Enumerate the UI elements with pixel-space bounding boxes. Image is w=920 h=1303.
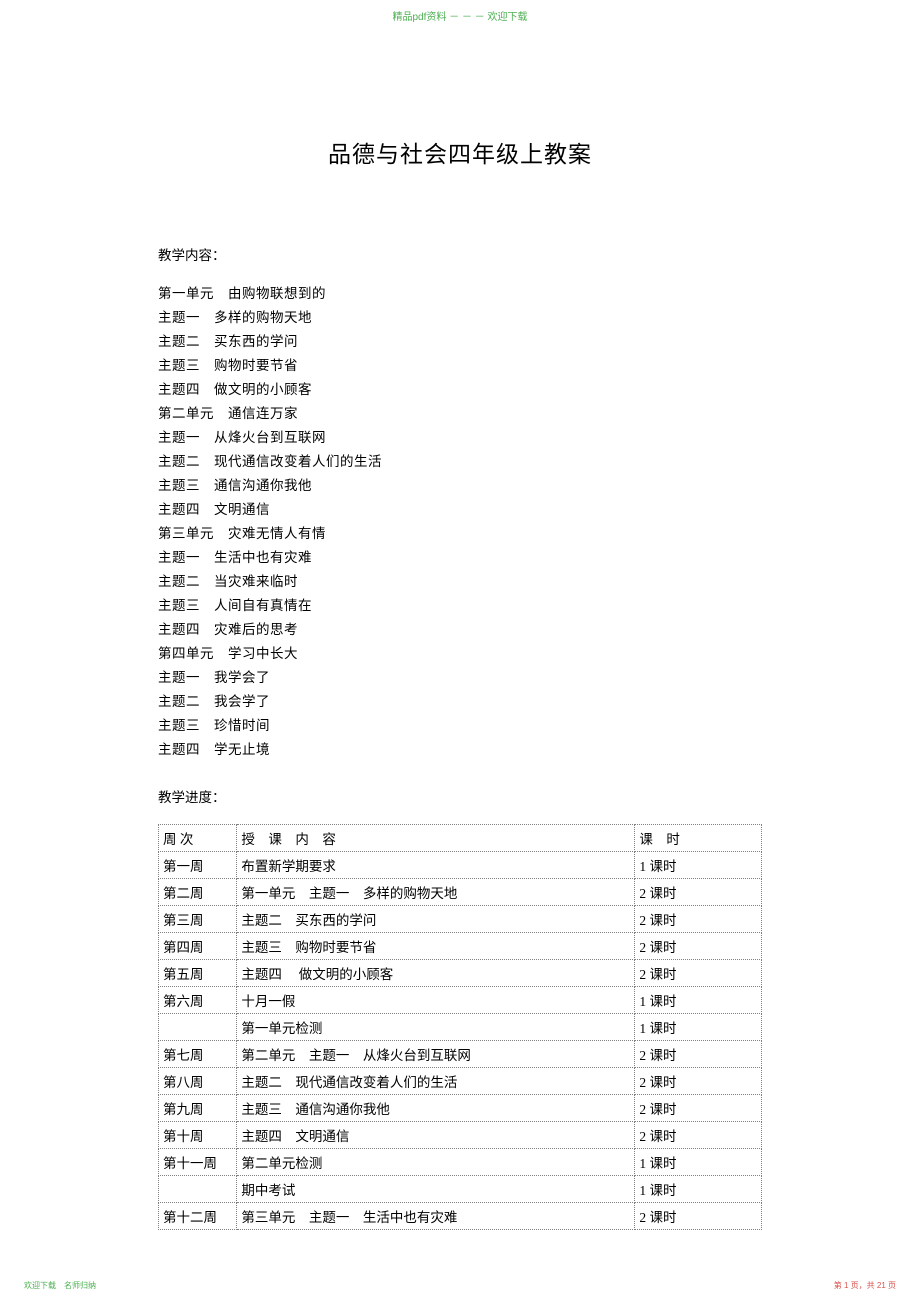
content-outline: 第一单元 由购物联想到的 主题一 多样的购物天地 主题二 买东西的学问 主题三 … — [158, 282, 762, 762]
cell-week: 第十二周 — [159, 1203, 237, 1230]
cell-content: 主题二 买东西的学问 — [237, 906, 635, 933]
footer-left-watermark: 欢迎下载 名师归纳 — [24, 1280, 96, 1291]
table-header-row: 周 次 授 课 内 容 课 时 — [159, 825, 762, 852]
cell-content: 第一单元检测 — [237, 1014, 635, 1041]
header-week: 周 次 — [159, 825, 237, 852]
outline-line: 主题四 文明通信 — [158, 498, 762, 522]
footer-right-pagination: 第 1 页，共 21 页 — [834, 1280, 896, 1291]
cell-week: 第九周 — [159, 1095, 237, 1122]
header-content: 授 课 内 容 — [237, 825, 635, 852]
outline-line: 主题二 当灾难来临时 — [158, 570, 762, 594]
outline-line: 主题二 买东西的学问 — [158, 330, 762, 354]
cell-content: 布置新学期要求 — [237, 852, 635, 879]
cell-week: 第一周 — [159, 852, 237, 879]
cell-time: 2 课时 — [635, 1095, 762, 1122]
table-row: 第四周 主题三 购物时要节省 2 课时 — [159, 933, 762, 960]
cell-content: 十月一假 — [237, 987, 635, 1014]
cell-week: 第八周 — [159, 1068, 237, 1095]
header-time: 课 时 — [635, 825, 762, 852]
table-row: 第八周 主题二 现代通信改变着人们的生活 2 课时 — [159, 1068, 762, 1095]
outline-line: 主题三 人间自有真情在 — [158, 594, 762, 618]
cell-time: 2 课时 — [635, 1041, 762, 1068]
table-row: 第一单元检测 1 课时 — [159, 1014, 762, 1041]
table-row: 第七周 第二单元 主题一 从烽火台到互联网 2 课时 — [159, 1041, 762, 1068]
top-watermark: 精品pdf资料 － － － 欢迎下载 — [392, 8, 527, 23]
cell-content: 主题三 通信沟通你我他 — [237, 1095, 635, 1122]
table-row: 第五周 主题四 做文明的小顾客 2 课时 — [159, 960, 762, 987]
cell-time: 2 课时 — [635, 1068, 762, 1095]
cell-week: 第十一周 — [159, 1149, 237, 1176]
cell-content: 第二单元检测 — [237, 1149, 635, 1176]
cell-content: 主题四 做文明的小顾客 — [237, 960, 635, 987]
outline-line: 主题三 珍惜时间 — [158, 714, 762, 738]
cell-time: 2 课时 — [635, 1122, 762, 1149]
cell-time: 1 课时 — [635, 987, 762, 1014]
outline-line: 主题一 多样的购物天地 — [158, 306, 762, 330]
cell-content: 主题三 购物时要节省 — [237, 933, 635, 960]
cell-content: 第二单元 主题一 从烽火台到互联网 — [237, 1041, 635, 1068]
teaching-content-heading: 教学内容： — [158, 244, 762, 264]
table-row: 第十一周 第二单元检测 1 课时 — [159, 1149, 762, 1176]
cell-content: 期中考试 — [237, 1176, 635, 1203]
cell-time: 1 课时 — [635, 1014, 762, 1041]
page-content: 品德与社会四年级上教案 教学内容： 第一单元 由购物联想到的 主题一 多样的购物… — [0, 0, 920, 1230]
outline-line: 主题一 从烽火台到互联网 — [158, 426, 762, 450]
cell-week: 第二周 — [159, 879, 237, 906]
cell-time: 2 课时 — [635, 933, 762, 960]
cell-week: 第六周 — [159, 987, 237, 1014]
outline-line: 主题二 我会学了 — [158, 690, 762, 714]
outline-line: 第二单元 通信连万家 — [158, 402, 762, 426]
cell-week: 第十周 — [159, 1122, 237, 1149]
document-title: 品德与社会四年级上教案 — [158, 135, 762, 169]
cell-week: 第七周 — [159, 1041, 237, 1068]
cell-time: 1 课时 — [635, 1149, 762, 1176]
outline-line: 主题二 现代通信改变着人们的生活 — [158, 450, 762, 474]
outline-line: 主题一 我学会了 — [158, 666, 762, 690]
cell-content: 第三单元 主题一 生活中也有灾难 — [237, 1203, 635, 1230]
table-row: 第三周 主题二 买东西的学问 2 课时 — [159, 906, 762, 933]
outline-line: 主题三 购物时要节省 — [158, 354, 762, 378]
cell-content: 主题二 现代通信改变着人们的生活 — [237, 1068, 635, 1095]
cell-week — [159, 1176, 237, 1203]
cell-time: 1 课时 — [635, 1176, 762, 1203]
cell-time: 2 课时 — [635, 1203, 762, 1230]
table-row: 第六周 十月一假 1 课时 — [159, 987, 762, 1014]
outline-line: 主题一 生活中也有灾难 — [158, 546, 762, 570]
outline-line: 主题四 做文明的小顾客 — [158, 378, 762, 402]
cell-week: 第四周 — [159, 933, 237, 960]
outline-line: 主题四 灾难后的思考 — [158, 618, 762, 642]
cell-time: 2 课时 — [635, 906, 762, 933]
table-row: 第一周 布置新学期要求 1 课时 — [159, 852, 762, 879]
outline-line: 第三单元 灾难无情人有情 — [158, 522, 762, 546]
cell-content: 第一单元 主题一 多样的购物天地 — [237, 879, 635, 906]
outline-line: 第一单元 由购物联想到的 — [158, 282, 762, 306]
cell-time: 1 课时 — [635, 852, 762, 879]
cell-time: 2 课时 — [635, 879, 762, 906]
table-row: 第二周 第一单元 主题一 多样的购物天地 2 课时 — [159, 879, 762, 906]
cell-content: 主题四 文明通信 — [237, 1122, 635, 1149]
table-row: 第十周 主题四 文明通信 2 课时 — [159, 1122, 762, 1149]
table-row: 第十二周 第三单元 主题一 生活中也有灾难 2 课时 — [159, 1203, 762, 1230]
outline-line: 第四单元 学习中长大 — [158, 642, 762, 666]
table-row: 期中考试 1 课时 — [159, 1176, 762, 1203]
outline-line: 主题四 学无止境 — [158, 738, 762, 762]
cell-week: 第三周 — [159, 906, 237, 933]
cell-week: 第五周 — [159, 960, 237, 987]
outline-line: 主题三 通信沟通你我他 — [158, 474, 762, 498]
cell-time: 2 课时 — [635, 960, 762, 987]
teaching-schedule-heading: 教学进度： — [158, 786, 762, 806]
table-row: 第九周 主题三 通信沟通你我他 2 课时 — [159, 1095, 762, 1122]
cell-week — [159, 1014, 237, 1041]
schedule-table: 周 次 授 课 内 容 课 时 第一周 布置新学期要求 1 课时 第二周 第一单… — [158, 824, 762, 1230]
